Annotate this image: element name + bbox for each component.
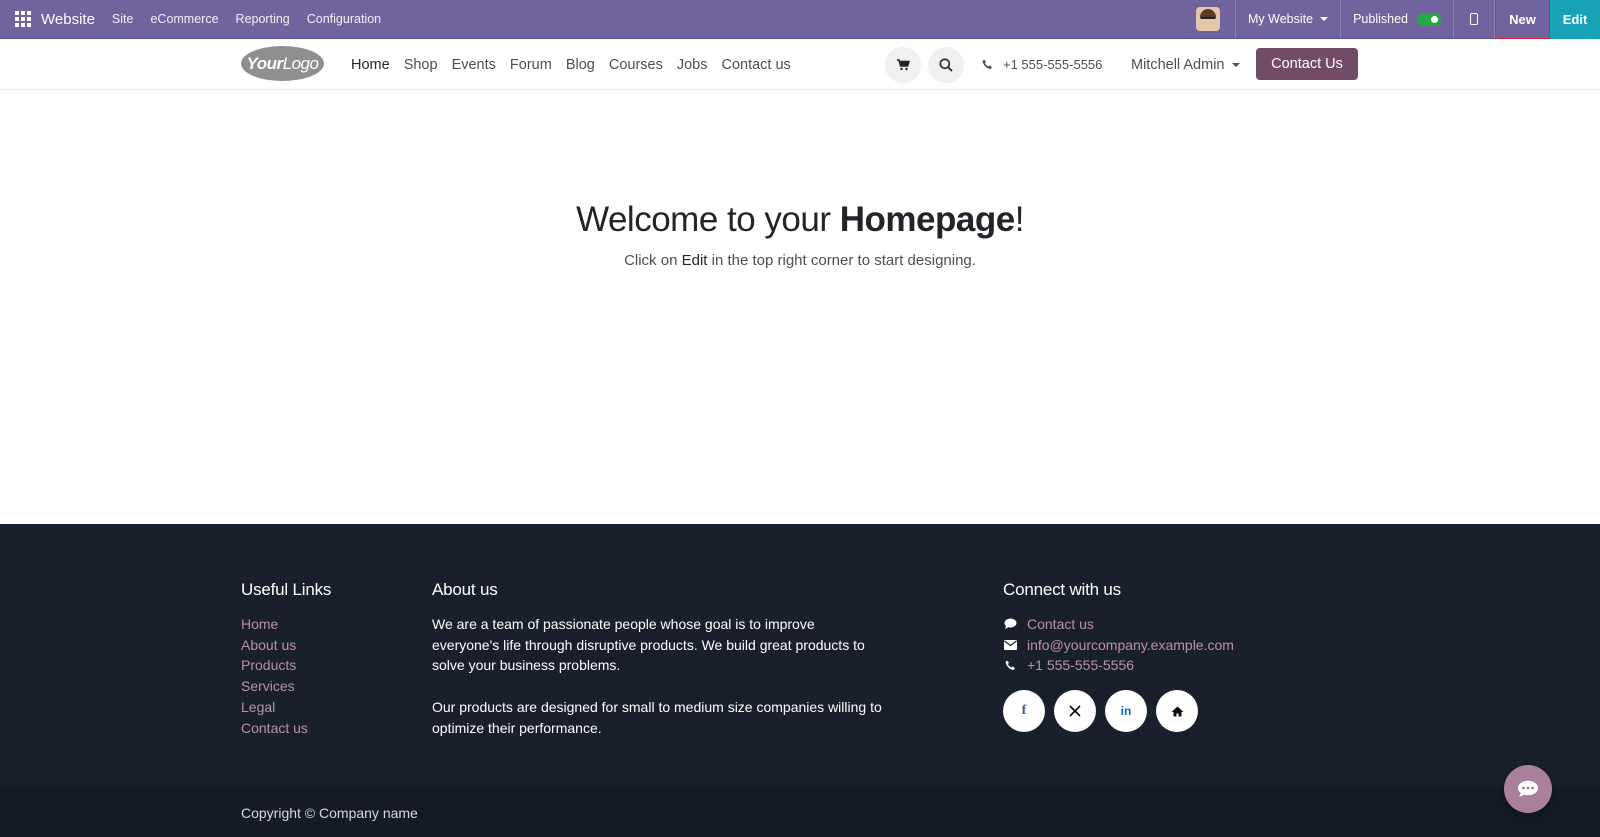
menu-ecommerce[interactable]: eCommerce	[150, 12, 218, 26]
contact-us-button[interactable]: Contact Us	[1256, 48, 1358, 80]
page-title: Welcome to your Homepage!	[0, 200, 1600, 240]
logo-text-bold: Your	[246, 53, 284, 73]
mobile-preview-icon[interactable]	[1454, 0, 1494, 39]
cart-button[interactable]	[885, 47, 921, 83]
social-links: f in	[1003, 690, 1234, 733]
connect-email[interactable]: info@yourcompany.example.com	[1003, 635, 1234, 656]
footer-link-products[interactable]: Products	[241, 655, 331, 676]
nav-contact-us[interactable]: Contact us	[721, 57, 790, 73]
connect-contact-us[interactable]: Contact us	[1003, 614, 1234, 635]
x-icon[interactable]	[1054, 690, 1096, 733]
nav-events[interactable]: Events	[452, 57, 496, 73]
title-suffix: !	[1014, 200, 1025, 239]
caret-down-icon	[1232, 62, 1241, 67]
caret-down-icon	[1320, 17, 1329, 21]
user-menu[interactable]: Mitchell Admin	[1131, 39, 1241, 90]
new-button[interactable]: New	[1495, 0, 1550, 39]
envelope-icon	[1003, 640, 1017, 651]
linkedin-icon[interactable]: in	[1105, 690, 1147, 733]
title-bold: Homepage	[839, 200, 1015, 239]
footer-link-home[interactable]: Home	[241, 614, 331, 635]
about-paragraph-2: Our products are designed for small to m…	[432, 698, 882, 736]
connect-contact-label: Contact us	[1027, 616, 1094, 632]
published-toggle[interactable]	[1417, 12, 1441, 26]
home-icon[interactable]	[1156, 690, 1198, 733]
logo-text: Logo	[282, 53, 319, 73]
menu-configuration[interactable]: Configuration	[307, 12, 381, 26]
website-selector[interactable]: My Website	[1236, 12, 1340, 26]
connect-phone-label: +1 555-555-5556	[1027, 657, 1135, 674]
website-selector-label: My Website	[1248, 12, 1314, 26]
avatar[interactable]	[1196, 7, 1221, 31]
search-button[interactable]	[928, 47, 964, 83]
chat-icon	[1518, 780, 1538, 797]
nav-shop[interactable]: Shop	[404, 57, 438, 73]
footer-link-legal[interactable]: Legal	[241, 697, 331, 718]
about-section: About us We are a team of passionate peo…	[432, 580, 882, 759]
published-label: Published	[1353, 12, 1408, 26]
nav-home[interactable]: Home	[351, 57, 390, 73]
header-phone-number: +1 555-555-5556	[1003, 57, 1103, 72]
title-prefix: Welcome to your	[576, 200, 840, 239]
copyright-text: Copyright © Company name	[241, 805, 418, 821]
site-logo[interactable]: Your Logo	[241, 46, 324, 81]
phone-icon	[1003, 660, 1017, 671]
subtitle-prefix: Click on	[624, 252, 682, 269]
cart-icon	[896, 59, 910, 71]
facebook-icon[interactable]: f	[1003, 690, 1045, 733]
about-title: About us	[432, 580, 498, 599]
main-nav: Home Shop Events Forum Blog Courses Jobs…	[351, 39, 805, 90]
copyright-bar: Copyright © Company name	[0, 787, 1600, 837]
live-chat-button[interactable]	[1504, 765, 1552, 813]
connect-phone[interactable]: +1 555-555-5556	[1003, 655, 1234, 676]
edit-button[interactable]: Edit	[1550, 0, 1600, 39]
phone-icon	[982, 59, 992, 69]
subtitle-suffix: in the top right corner to start designi…	[707, 252, 976, 269]
header-phone[interactable]: +1 555-555-5556	[982, 39, 1102, 90]
footer: Useful Links Home About us Products Serv…	[0, 524, 1600, 787]
admin-bar: Website Site eCommerce Reporting Configu…	[0, 0, 1600, 39]
footer-link-services[interactable]: Services	[241, 676, 331, 697]
nav-courses[interactable]: Courses	[609, 57, 663, 73]
site-header: Your Logo Home Shop Events Forum Blog Cou…	[0, 39, 1600, 90]
comment-icon	[1003, 618, 1017, 630]
menu-site[interactable]: Site	[112, 12, 134, 26]
nav-forum[interactable]: Forum	[510, 57, 552, 73]
user-name: Mitchell Admin	[1131, 56, 1225, 73]
useful-links-section: Useful Links Home About us Products Serv…	[241, 580, 331, 738]
footer-link-contact-us[interactable]: Contact us	[241, 718, 331, 739]
published-control: Published	[1341, 12, 1453, 26]
useful-links-title: Useful Links	[241, 580, 332, 599]
footer-link-about-us[interactable]: About us	[241, 635, 331, 656]
nav-blog[interactable]: Blog	[566, 57, 595, 73]
page-subtitle: Click on Edit in the top right corner to…	[0, 252, 1600, 269]
apps-grid-icon[interactable]	[15, 11, 31, 27]
connect-title: Connect with us	[1003, 580, 1121, 599]
app-name[interactable]: Website	[41, 11, 95, 28]
nav-jobs[interactable]: Jobs	[677, 57, 708, 73]
subtitle-bold: Edit	[681, 252, 708, 269]
connect-email-label: info@yourcompany.example.com	[1027, 636, 1234, 653]
connect-section: Connect with us Contact us info@yourcomp…	[1003, 580, 1234, 733]
search-icon	[939, 58, 953, 72]
menu-reporting[interactable]: Reporting	[236, 12, 290, 26]
about-paragraph-1: We are a team of passionate people whose…	[432, 616, 865, 674]
